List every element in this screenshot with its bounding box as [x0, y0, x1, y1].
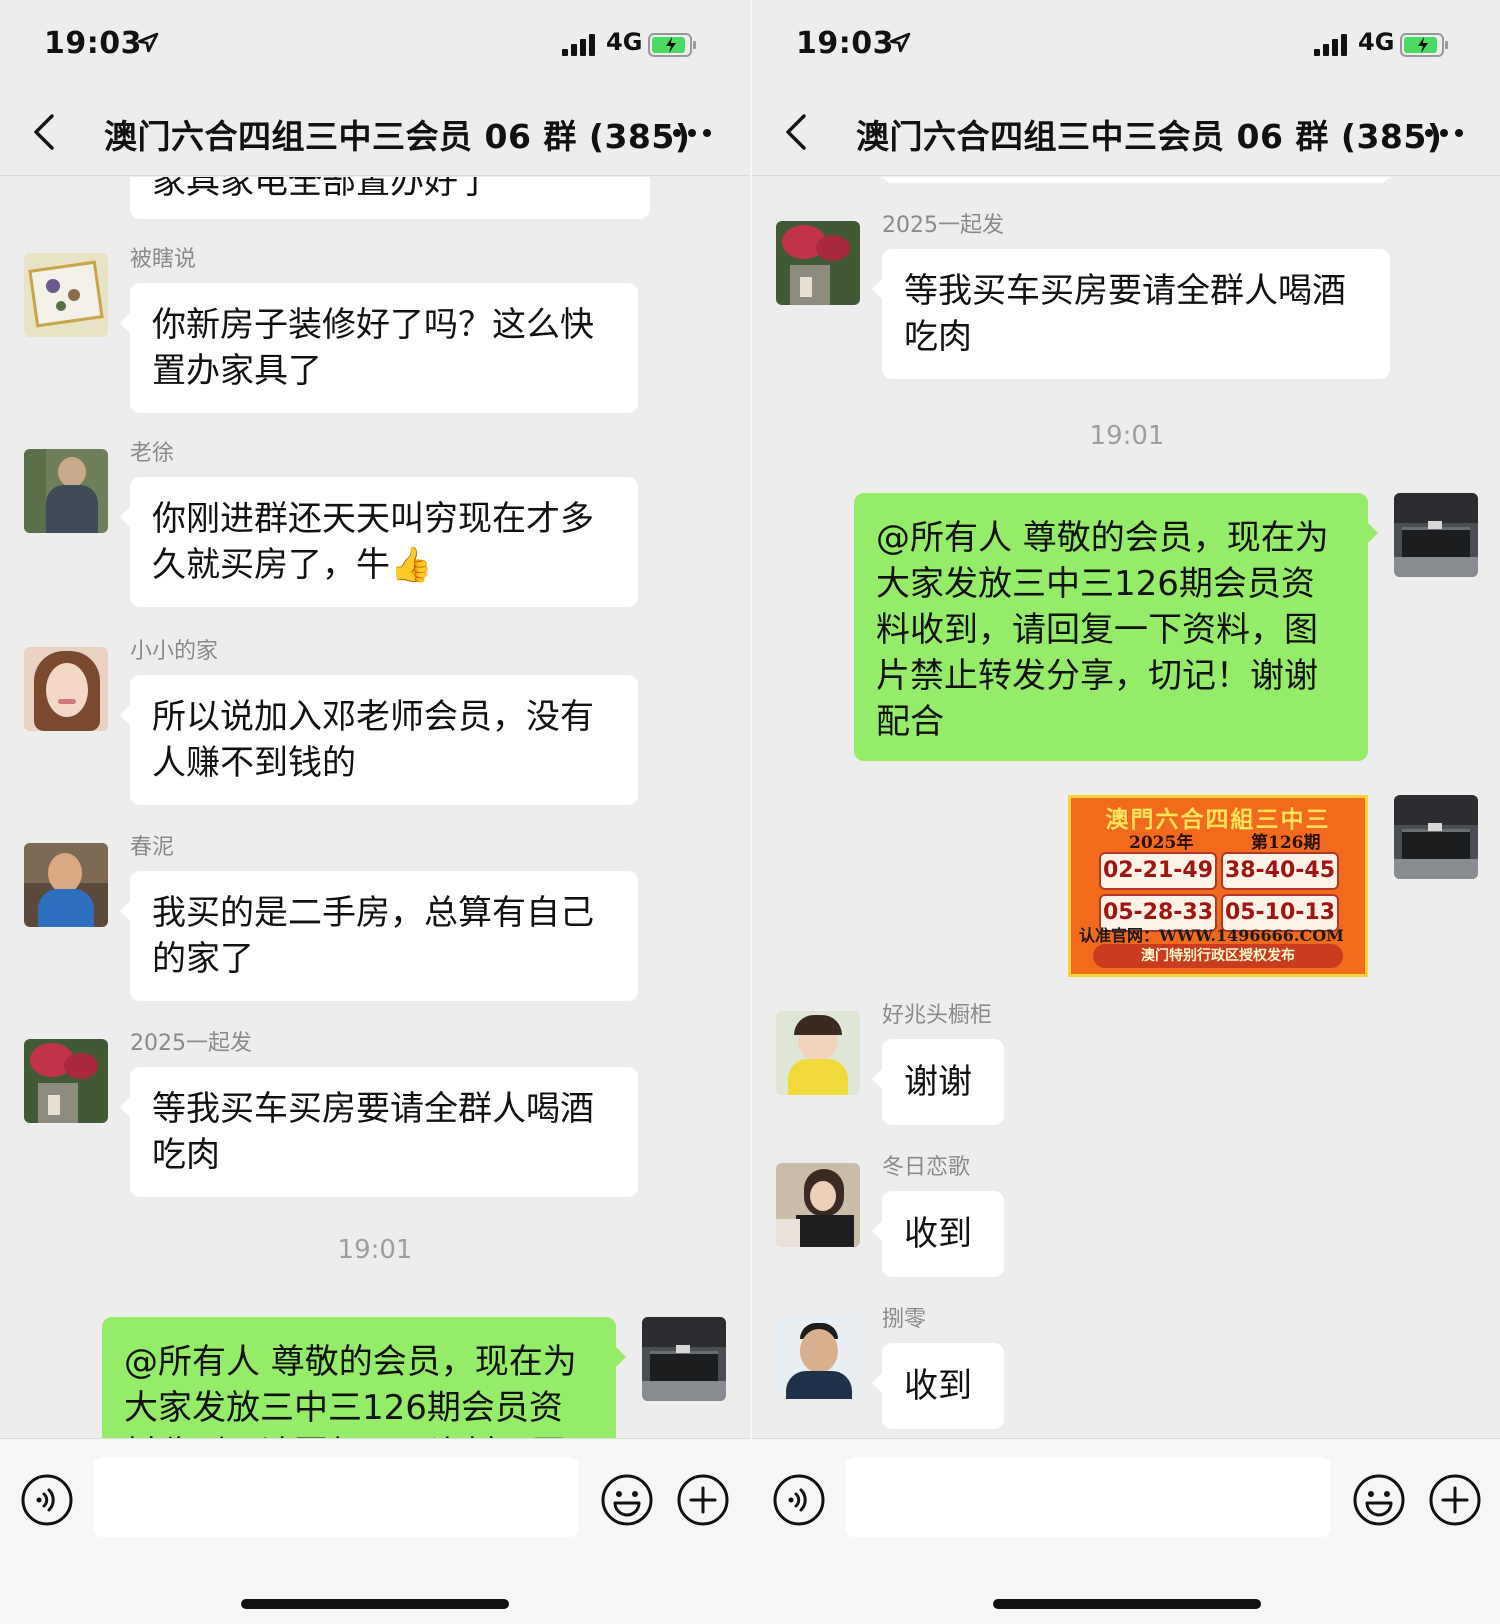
- input-bar: [752, 1438, 1500, 1624]
- lottery-number: 02-21-49: [1099, 852, 1217, 890]
- chat-title: 澳门六合四组三中三会员 06 群 (385): [104, 117, 691, 156]
- location-arrow-icon: [137, 32, 159, 53]
- chat-screen-right: 19:03 4G 澳门六合四组三中三会员 06 群 (385) 2025一起发 …: [752, 0, 1500, 1624]
- message-bubble[interactable]: [882, 177, 1390, 183]
- message-text: 你新房子装修好了吗？这么快置办家具了: [152, 305, 594, 391]
- sender-name: 2025一起发: [882, 213, 1004, 238]
- avatar[interactable]: [24, 647, 108, 731]
- image-footer: 澳门特别行政区授权发布: [1093, 944, 1343, 968]
- plus-icon[interactable]: [1428, 1473, 1482, 1527]
- sender-name: 2025一起发: [130, 1031, 252, 1056]
- message-bubble[interactable]: 谢谢: [872, 1039, 1004, 1125]
- message-input[interactable]: [94, 1457, 578, 1537]
- sender-name: 老徐: [130, 441, 175, 466]
- chat-header: 澳门六合四组三中三会员 06 群 (385): [0, 88, 750, 176]
- message-bubble[interactable]: 等我买车买房要请全群人喝酒吃肉: [872, 249, 1390, 379]
- battery-icon: [1400, 33, 1448, 57]
- message-text: 谢谢: [904, 1062, 972, 1102]
- message-list[interactable]: 2025一起发 等我买车买房要请全群人喝酒吃肉 19:01 @所有人 尊敬的会员…: [752, 177, 1500, 1438]
- more-icon[interactable]: [1424, 128, 1464, 138]
- avatar[interactable]: [24, 843, 108, 927]
- message-bubble[interactable]: 收到: [872, 1191, 1004, 1277]
- lottery-number: 38-40-45: [1221, 852, 1339, 890]
- status-time: 19:03: [796, 26, 894, 61]
- message-bubble[interactable]: 你新房子装修好了吗？这么快置办家具了: [120, 283, 638, 413]
- avatar[interactable]: [776, 221, 860, 305]
- network-label: 4G: [606, 28, 643, 56]
- message-text: 家具家电全部置办好了: [152, 177, 492, 202]
- message-text: 收到: [904, 1366, 972, 1406]
- message-text: @所有人 尊敬的会员，现在为大家发放三中三126期会员资料收到，请回复一下资料，…: [124, 1342, 577, 1438]
- message-input[interactable]: [846, 1457, 1330, 1537]
- status-time: 19:03: [44, 26, 142, 61]
- voice-icon[interactable]: [20, 1473, 74, 1527]
- status-bar: 19:03 4G: [0, 0, 750, 88]
- input-bar: [0, 1438, 750, 1624]
- sender-name: 好兆头橱柜: [882, 1003, 993, 1028]
- more-icon[interactable]: [672, 128, 712, 138]
- message-text: 等我买车买房要请全群人喝酒吃肉: [152, 1089, 594, 1175]
- sender-name: 被瞎说: [130, 247, 197, 272]
- sender-name: 春泥: [130, 835, 175, 860]
- home-indicator: [241, 1599, 509, 1609]
- image-issue: 第126期: [1251, 833, 1321, 853]
- back-icon[interactable]: [782, 112, 810, 152]
- message-text: 所以说加入邓老师会员，没有人赚不到钱的: [152, 697, 594, 783]
- message-bubble[interactable]: 等我买车买房要请全群人喝酒吃肉: [120, 1067, 638, 1197]
- message-text: 我买的是二手房，总算有自己的家了: [152, 893, 594, 979]
- message-bubble[interactable]: 收到: [872, 1343, 1004, 1429]
- message-text: 等我买车买房要请全群人喝酒吃肉: [904, 271, 1346, 357]
- chat-title: 澳门六合四组三中三会员 06 群 (385): [856, 117, 1443, 156]
- emoji-icon[interactable]: [600, 1473, 654, 1527]
- image-heading: 澳門六合四組三中三: [1105, 806, 1331, 833]
- home-indicator: [993, 1599, 1261, 1609]
- message-bubble[interactable]: 所以说加入邓老师会员，没有人赚不到钱的: [120, 675, 638, 805]
- message-text: 收到: [904, 1214, 972, 1254]
- lottery-image[interactable]: 澳門六合四組三中三 2025年 第126期 02-21-49 38-40-45 …: [1068, 795, 1368, 977]
- sender-name: 小小的家: [130, 639, 219, 664]
- signal-icon: [1314, 34, 1347, 56]
- image-website: 认准官网：WWW.1496666.COM: [1079, 926, 1344, 945]
- message-timestamp: 19:01: [1089, 421, 1165, 451]
- own-avatar[interactable]: [1394, 795, 1478, 879]
- avatar[interactable]: [776, 1315, 860, 1399]
- message-list[interactable]: 家具家电全部置办好了 被瞎说 你新房子装修好了吗？这么快置办家具了 老徐 你刚进…: [0, 177, 750, 1438]
- message-text: 你刚进群还天天叫穷现在才多久就买房了，牛👍: [152, 499, 594, 585]
- plus-icon[interactable]: [676, 1473, 730, 1527]
- avatar[interactable]: [776, 1163, 860, 1247]
- message-bubble[interactable]: 你刚进群还天天叫穷现在才多久就买房了，牛👍: [120, 477, 638, 607]
- own-avatar[interactable]: [642, 1317, 726, 1401]
- signal-icon: [562, 34, 595, 56]
- avatar[interactable]: [24, 1039, 108, 1123]
- message-text: @所有人 尊敬的会员，现在为大家发放三中三126期会员资料收到，请回复一下资料，…: [876, 518, 1329, 742]
- network-label: 4G: [1358, 28, 1395, 56]
- battery-icon: [648, 33, 696, 57]
- back-icon[interactable]: [30, 112, 58, 152]
- chat-header: 澳门六合四组三中三会员 06 群 (385): [752, 88, 1500, 176]
- emoji-icon[interactable]: [1352, 1473, 1406, 1527]
- sender-name: 冬日恋歌: [882, 1155, 971, 1180]
- message-timestamp: 19:01: [337, 1235, 413, 1265]
- own-avatar[interactable]: [1394, 493, 1478, 577]
- avatar[interactable]: [24, 449, 108, 533]
- sender-name: 捌零: [882, 1307, 927, 1332]
- avatar[interactable]: [24, 253, 108, 337]
- voice-icon[interactable]: [772, 1473, 826, 1527]
- status-bar: 19:03 4G: [752, 0, 1500, 88]
- chat-screen-left: 19:03 4G 澳门六合四组三中三会员 06 群 (385) 家具家电全部置办…: [0, 0, 750, 1624]
- own-message-bubble[interactable]: @所有人 尊敬的会员，现在为大家发放三中三126期会员资料收到，请回复一下资料，…: [854, 493, 1378, 761]
- own-message-bubble[interactable]: @所有人 尊敬的会员，现在为大家发放三中三126期会员资料收到，请回复一下资料，…: [102, 1317, 626, 1438]
- message-bubble[interactable]: 家具家电全部置办好了: [130, 177, 650, 219]
- avatar[interactable]: [776, 1011, 860, 1095]
- message-bubble[interactable]: 我买的是二手房，总算有自己的家了: [120, 871, 638, 1001]
- image-year: 2025年: [1129, 833, 1194, 853]
- location-arrow-icon: [889, 32, 911, 53]
